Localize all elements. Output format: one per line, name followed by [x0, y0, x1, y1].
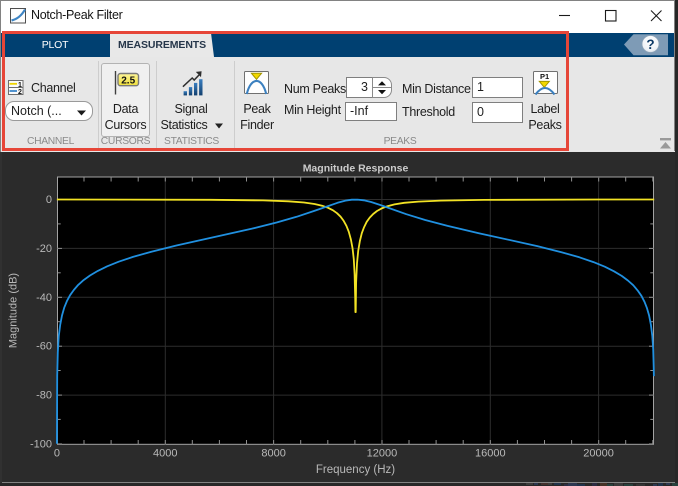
svg-text:4000: 4000 [153, 448, 177, 460]
svg-text:Magnitude Response: Magnitude Response [303, 163, 409, 175]
svg-text:8000: 8000 [261, 448, 285, 460]
svg-text:Magnitude (dB): Magnitude (dB) [8, 273, 20, 348]
svg-text:-20: -20 [36, 243, 52, 255]
svg-text:20000: 20000 [583, 448, 614, 460]
svg-text:-80: -80 [36, 390, 52, 402]
svg-text:0: 0 [46, 194, 52, 206]
svg-text:16000: 16000 [475, 448, 506, 460]
svg-text:0: 0 [54, 448, 60, 460]
svg-text:-60: -60 [36, 341, 52, 353]
svg-text:-100: -100 [30, 438, 52, 450]
svg-text:Frequency (Hz): Frequency (Hz) [316, 464, 395, 476]
svg-text:-40: -40 [36, 292, 52, 304]
svg-text:?: ? [646, 37, 654, 52]
svg-text:12000: 12000 [367, 448, 398, 460]
